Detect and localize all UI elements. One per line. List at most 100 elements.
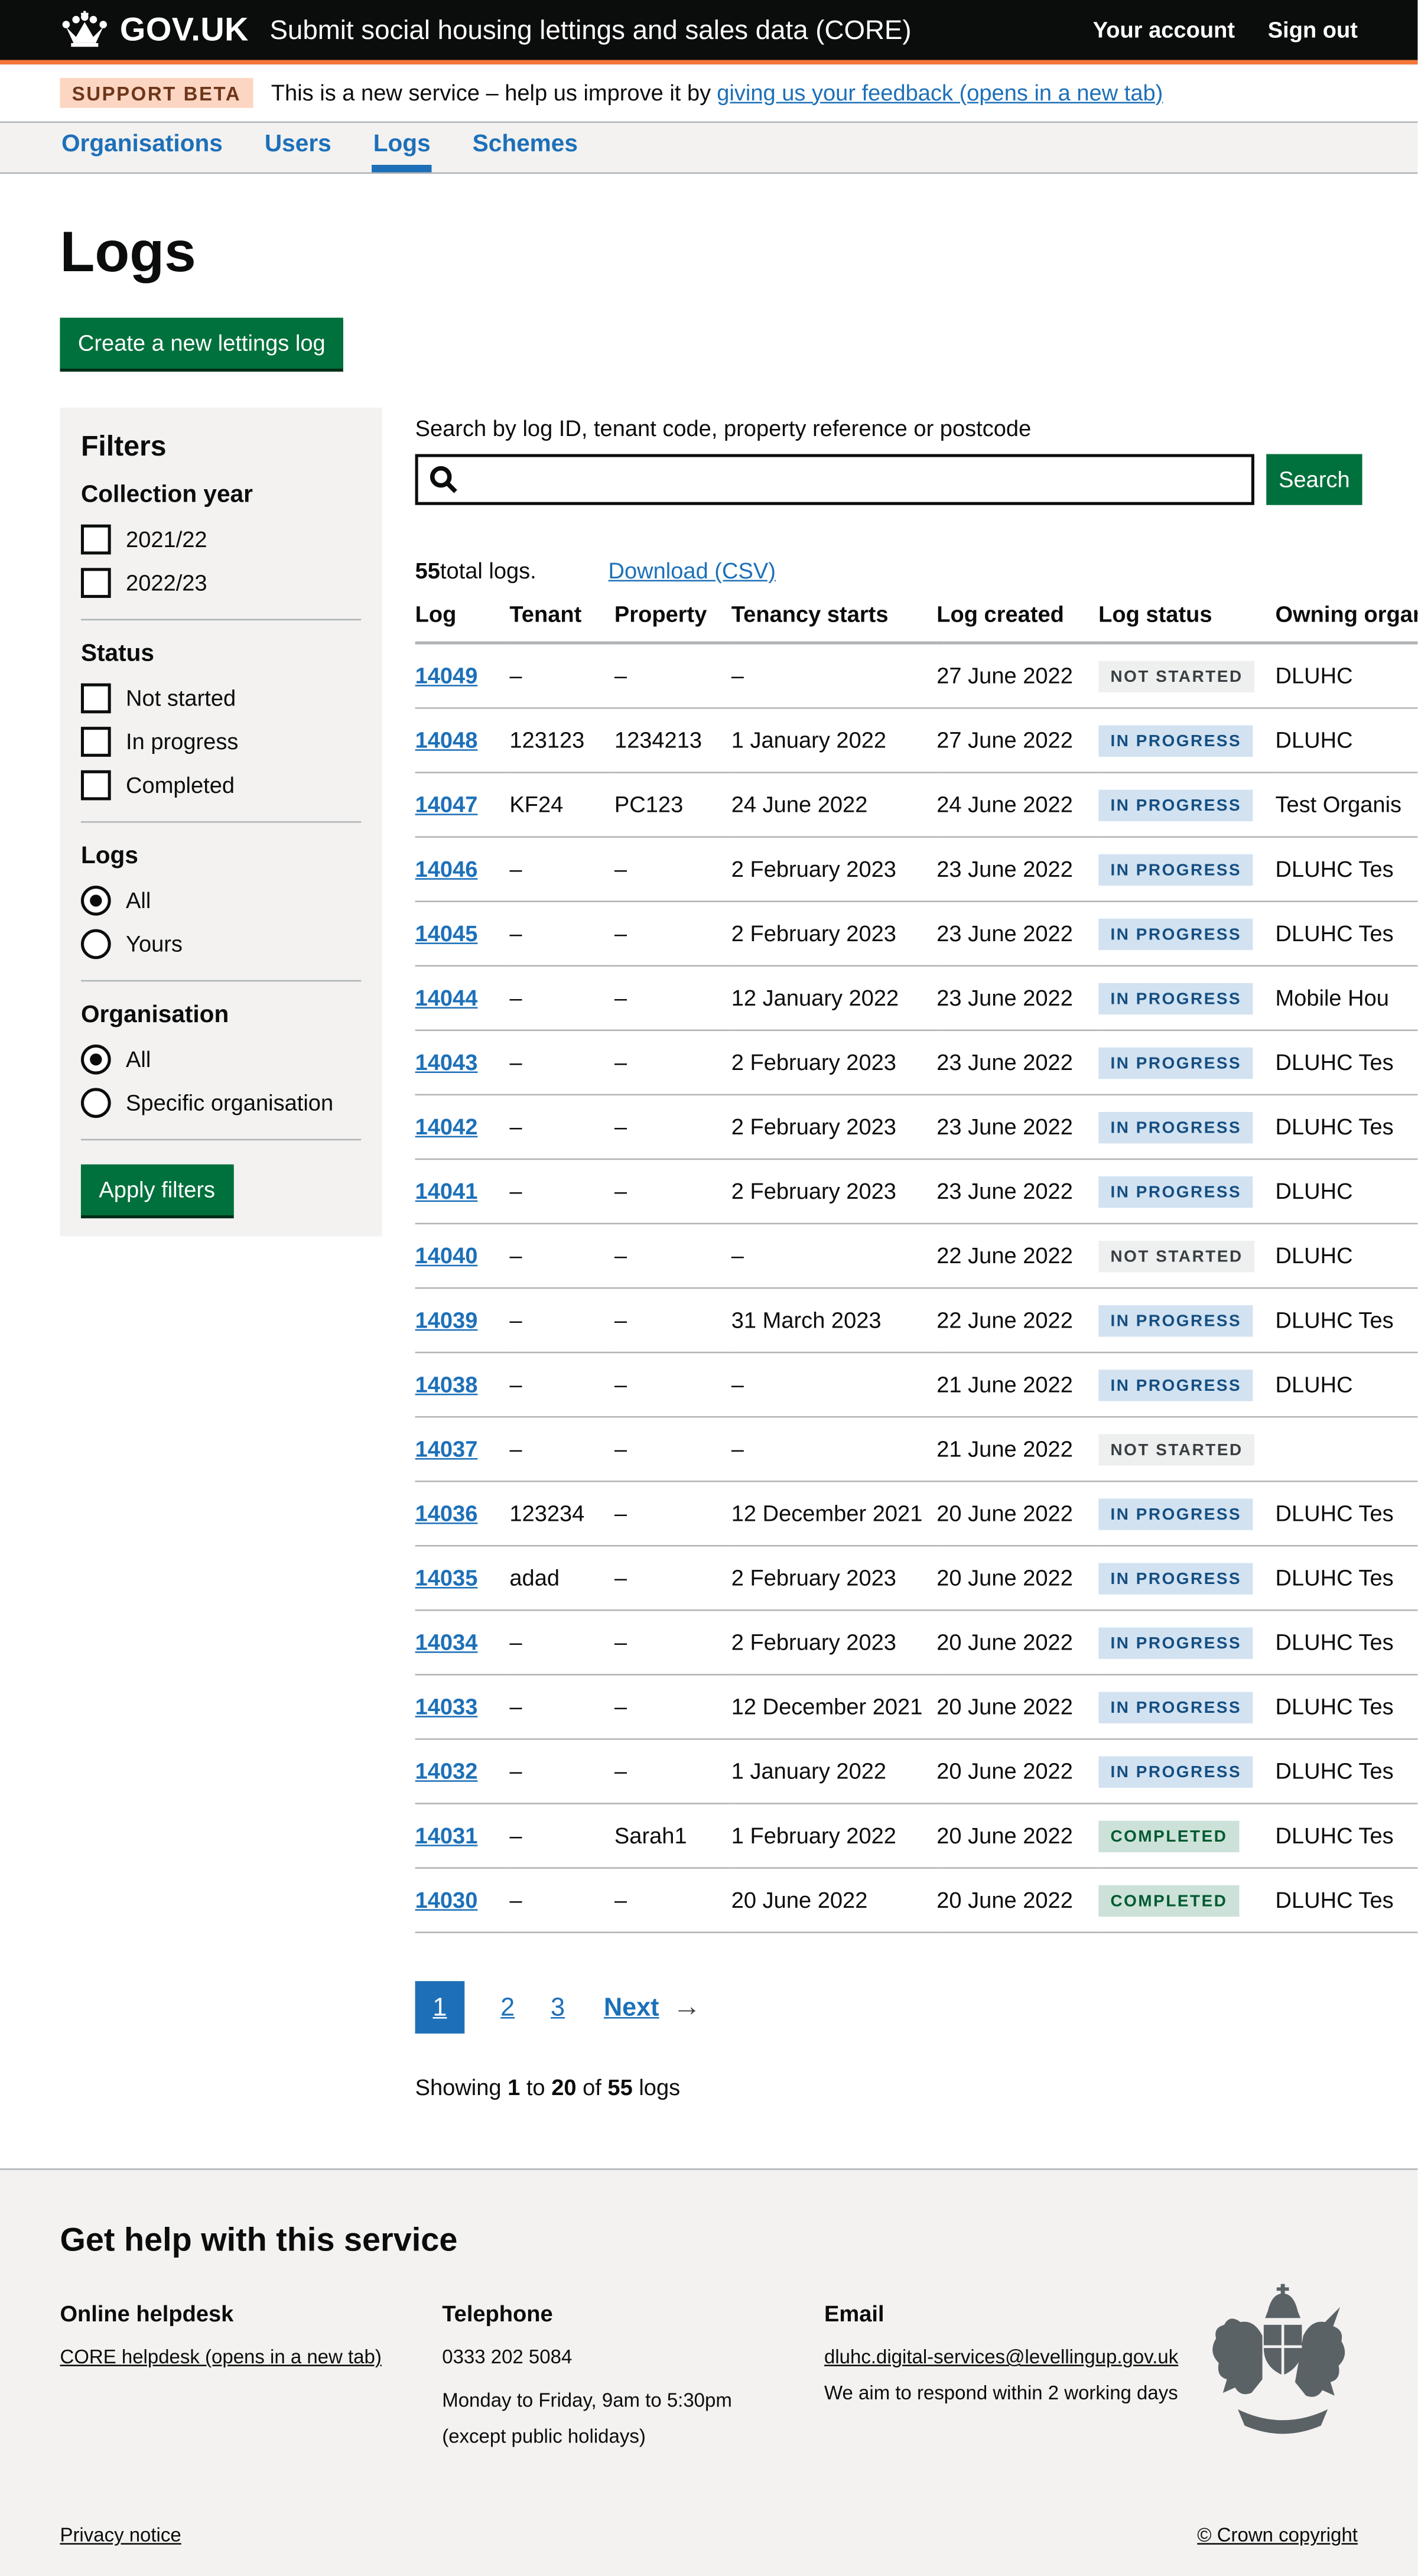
log-id-link[interactable]: 14043 <box>415 1050 478 1076</box>
govuk-header: GOV.UK Submit social housing lettings an… <box>0 0 1417 64</box>
log-id-link[interactable]: 14042 <box>415 1115 478 1140</box>
nav-item-schemes[interactable]: Schemes <box>471 123 579 173</box>
logs-table: Log Tenant Property Tenancy starts Log c… <box>415 603 1418 1933</box>
logs-table-body: 14049–––27 June 2022NOT STARTEDDLUHC1404… <box>415 643 1418 1933</box>
pagination-page-3[interactable]: 3 <box>551 1992 565 2022</box>
feedback-link[interactable]: giving us your feedback (opens in a new … <box>717 80 1163 106</box>
service-name-link[interactable]: Submit social housing lettings and sales… <box>269 14 911 45</box>
your-account-link[interactable]: Your account <box>1093 17 1235 43</box>
showing-text: logs <box>633 2076 680 2101</box>
cell-tenant: – <box>509 902 614 966</box>
log-id-link[interactable]: 14044 <box>415 986 478 1011</box>
logs-filter-label: Logs <box>81 844 361 871</box>
cell-tenant: – <box>509 1288 614 1352</box>
log-id-link[interactable]: 14031 <box>415 1824 478 1849</box>
table-row: 14046––2 February 202323 June 2022IN PRO… <box>415 837 1418 902</box>
cell-tenant: – <box>509 1417 614 1481</box>
cell-tenancy-starts: 12 December 2021 <box>731 1481 936 1546</box>
log-id-link[interactable]: 14041 <box>415 1179 478 1205</box>
cell-owning-organisation <box>1275 1417 1417 1481</box>
radio-logs-all[interactable] <box>81 886 111 916</box>
log-id-link[interactable]: 14046 <box>415 857 478 883</box>
checkbox-option-in-progress[interactable]: In progress <box>81 727 361 757</box>
cell-tenant: – <box>509 1674 614 1739</box>
checkbox-option-2022-23[interactable]: 2022/23 <box>81 568 361 598</box>
col-owning-organisation: Owning organisation <box>1275 603 1417 643</box>
col-property: Property <box>614 603 731 643</box>
crown-copyright-link[interactable]: © Crown copyright <box>1197 2523 1358 2546</box>
nav-item-organisations[interactable]: Organisations <box>60 123 224 173</box>
cell-log-created: 23 June 2022 <box>936 966 1098 1030</box>
log-id-link[interactable]: 14035 <box>415 1566 478 1592</box>
cell-owning-organisation: DLUHC Tes <box>1275 1481 1417 1546</box>
privacy-notice-link[interactable]: Privacy notice <box>60 2523 181 2546</box>
col-log-created: Log created <box>936 603 1098 643</box>
log-id-link[interactable]: 14048 <box>415 728 478 754</box>
log-id-link[interactable]: 14036 <box>415 1501 478 1527</box>
checkbox-option-2021-22[interactable]: 2021/22 <box>81 525 361 555</box>
log-id-link[interactable]: 14030 <box>415 1888 478 1914</box>
log-id-link[interactable]: 14045 <box>415 922 478 947</box>
log-id-link[interactable]: 14034 <box>415 1631 478 1656</box>
table-row: 14043––2 February 202323 June 2022IN PRO… <box>415 1030 1418 1095</box>
nav-item-logs[interactable]: Logs <box>372 123 432 173</box>
table-row: 14035adad–2 February 202320 June 2022IN … <box>415 1546 1418 1610</box>
pagination-page-1-current[interactable]: 1 <box>415 1981 465 2034</box>
cell-property: – <box>614 1481 731 1546</box>
radio-logs-yours[interactable] <box>81 929 111 960</box>
log-id-link[interactable]: 14032 <box>415 1759 478 1785</box>
search-button[interactable]: Search <box>1266 454 1362 505</box>
checkbox-2022-23[interactable] <box>81 568 111 598</box>
nav-item-users[interactable]: Users <box>263 123 333 173</box>
table-row: 14036123234–12 December 202120 June 2022… <box>415 1481 1418 1546</box>
divider <box>81 619 361 621</box>
checkbox-in-progress[interactable] <box>81 727 111 757</box>
checkbox-label: In progress <box>126 729 238 754</box>
showing-text: to <box>520 2076 551 2101</box>
checkbox-completed[interactable] <box>81 770 111 801</box>
table-row: 14042––2 February 202323 June 2022IN PRO… <box>415 1095 1418 1159</box>
radio-option-org-specific[interactable]: Specific organisation <box>81 1088 361 1118</box>
table-row: 14044––12 January 202223 June 2022IN PRO… <box>415 966 1418 1030</box>
pagination-page-2[interactable]: 2 <box>500 1992 515 2022</box>
cell-log-created: 23 June 2022 <box>936 1159 1098 1224</box>
email-heading: Email <box>824 2302 1244 2327</box>
cell-tenancy-starts: 1 January 2022 <box>731 1739 936 1803</box>
cell-property: – <box>614 1610 731 1674</box>
checkbox-option-not-started[interactable]: Not started <box>81 684 361 714</box>
log-id-link[interactable]: 14047 <box>415 793 478 818</box>
log-id-link[interactable]: 14040 <box>415 1244 478 1269</box>
status-badge: IN PROGRESS <box>1098 983 1253 1014</box>
core-helpdesk-link[interactable]: CORE helpdesk (opens in a new tab) <box>60 2345 381 2367</box>
radio-option-logs-yours[interactable]: Yours <box>81 929 361 960</box>
log-id-link[interactable]: 14049 <box>415 664 478 689</box>
radio-org-specific[interactable] <box>81 1088 111 1118</box>
email-link[interactable]: dluhc.digital-services@levellingup.gov.u… <box>824 2345 1178 2367</box>
checkbox-option-completed[interactable]: Completed <box>81 770 361 801</box>
cell-owning-organisation: DLUHC Tes <box>1275 837 1417 902</box>
radio-option-org-all[interactable]: All <box>81 1045 361 1075</box>
checkbox-not-started[interactable] <box>81 684 111 714</box>
log-id-link[interactable]: 14037 <box>415 1437 478 1462</box>
log-id-link[interactable]: 14033 <box>415 1695 478 1720</box>
log-id-link[interactable]: 14038 <box>415 1372 478 1398</box>
checkbox-label: 2021/22 <box>126 527 207 552</box>
radio-org-all[interactable] <box>81 1045 111 1075</box>
log-id-link[interactable]: 14039 <box>415 1308 478 1333</box>
footer: Get help with this service Online helpde… <box>0 2168 1417 2576</box>
cell-tenancy-starts: – <box>731 1352 936 1417</box>
cell-tenant: adad <box>509 1546 614 1610</box>
search-input[interactable] <box>415 454 1254 505</box>
create-lettings-log-button[interactable]: Create a new lettings log <box>60 318 343 369</box>
cell-owning-organisation: DLUHC Tes <box>1275 1030 1417 1095</box>
checkbox-2021-22[interactable] <box>81 525 111 555</box>
govuk-logotype[interactable]: GOV.UK <box>120 11 249 50</box>
sign-out-link[interactable]: Sign out <box>1268 17 1358 43</box>
pagination-next[interactable]: Next <box>604 1992 659 2022</box>
download-csv-link[interactable]: Download (CSV) <box>609 559 776 584</box>
radio-option-logs-all[interactable]: All <box>81 886 361 916</box>
table-row: 14045––2 February 202323 June 2022IN PRO… <box>415 902 1418 966</box>
apply-filters-button[interactable]: Apply filters <box>81 1165 233 1215</box>
cell-owning-organisation: DLUHC Tes <box>1275 1095 1417 1159</box>
status-badge: IN PROGRESS <box>1098 1112 1253 1143</box>
